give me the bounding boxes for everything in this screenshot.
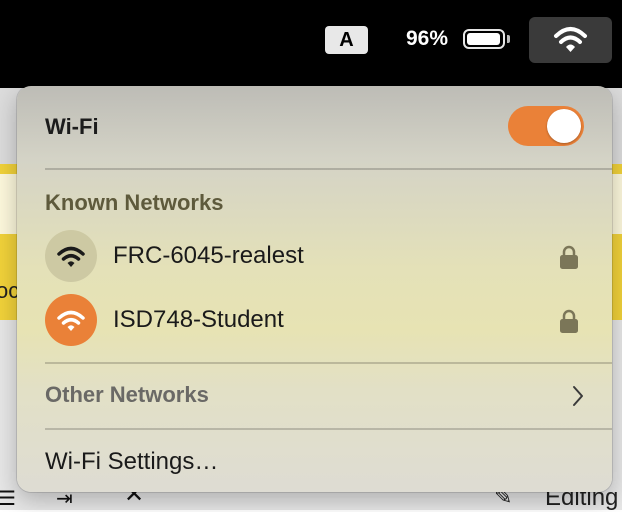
known-networks-heading: Known Networks xyxy=(45,190,224,215)
network-wifi-icon xyxy=(45,294,97,346)
network-name: ISD748-Student xyxy=(113,306,284,333)
divider xyxy=(45,168,612,170)
network-name: FRC-6045-realest xyxy=(113,242,304,269)
battery-terminal xyxy=(507,35,510,43)
network-item-frc-6045-realest[interactable]: FRC-6045-realest xyxy=(45,230,585,282)
battery-percentage[interactable]: 96% xyxy=(406,27,448,51)
wifi-settings-link[interactable]: Wi-Fi Settings… xyxy=(45,448,218,476)
other-networks-row[interactable]: Other Networks xyxy=(45,382,595,412)
input-source-indicator[interactable]: A xyxy=(325,26,368,54)
network-wifi-icon xyxy=(45,230,97,282)
lock-icon xyxy=(560,309,578,333)
wifi-menu-panel: Wi-Fi Known Networks FRC-6045-realest IS… xyxy=(17,86,612,492)
wifi-icon xyxy=(554,27,587,52)
battery-level-fill xyxy=(467,33,500,45)
wifi-toggle-knob xyxy=(547,109,581,143)
divider xyxy=(45,362,612,364)
list-icon[interactable]: ☰ xyxy=(0,486,16,511)
other-networks-label: Other Networks xyxy=(45,382,209,407)
divider xyxy=(45,428,612,430)
chevron-right-icon xyxy=(573,386,583,406)
wifi-panel-title: Wi-Fi xyxy=(45,114,99,139)
network-item-isd748-student[interactable]: ISD748-Student xyxy=(45,294,585,346)
wifi-menubar-button[interactable] xyxy=(529,17,612,63)
wifi-toggle[interactable] xyxy=(508,106,584,146)
battery-icon[interactable] xyxy=(463,29,505,49)
lock-icon xyxy=(560,245,578,269)
